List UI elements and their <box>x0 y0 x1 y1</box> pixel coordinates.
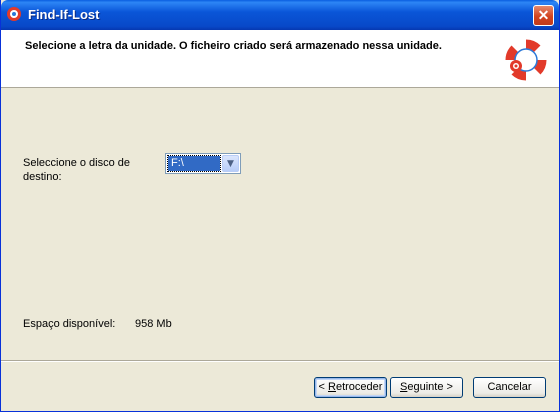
back-button[interactable]: < Retroceder <box>314 377 387 398</box>
next-button[interactable]: Seguinte > <box>390 377 463 398</box>
window-title: Find-If-Lost <box>28 7 100 22</box>
lifebuoy-icon <box>505 39 547 81</box>
wizard-window: Find-If-Lost ✕ Selecione a letra da unid… <box>0 0 560 412</box>
space-label: Espaço disponível: <box>23 318 116 330</box>
back-prefix: < <box>318 381 329 393</box>
back-mnemonic: R <box>328 381 336 393</box>
space-value: 958 Mb <box>135 318 172 330</box>
lifebuoy-icon[interactable] <box>7 7 21 21</box>
instruction-text: Selecione a letra da unidade. O ficheiro… <box>25 40 442 52</box>
drive-select-value[interactable]: F:\ <box>167 155 221 172</box>
drive-select[interactable]: F:\ ▼ <box>165 153 241 174</box>
next-label-rest: eguinte > <box>407 381 453 393</box>
wizard-header: Selecione a letra da unidade. O ficheiro… <box>1 30 559 88</box>
cancel-button[interactable]: Cancelar <box>473 377 546 398</box>
title-bar[interactable]: Find-If-Lost ✕ <box>1 0 559 30</box>
destination-label: Seleccione o disco de destino: <box>23 157 131 183</box>
footer-divider <box>1 360 559 362</box>
close-button[interactable]: ✕ <box>533 5 554 26</box>
chevron-down-icon[interactable]: ▼ <box>222 155 239 172</box>
back-label-rest: etroceder <box>335 381 383 393</box>
